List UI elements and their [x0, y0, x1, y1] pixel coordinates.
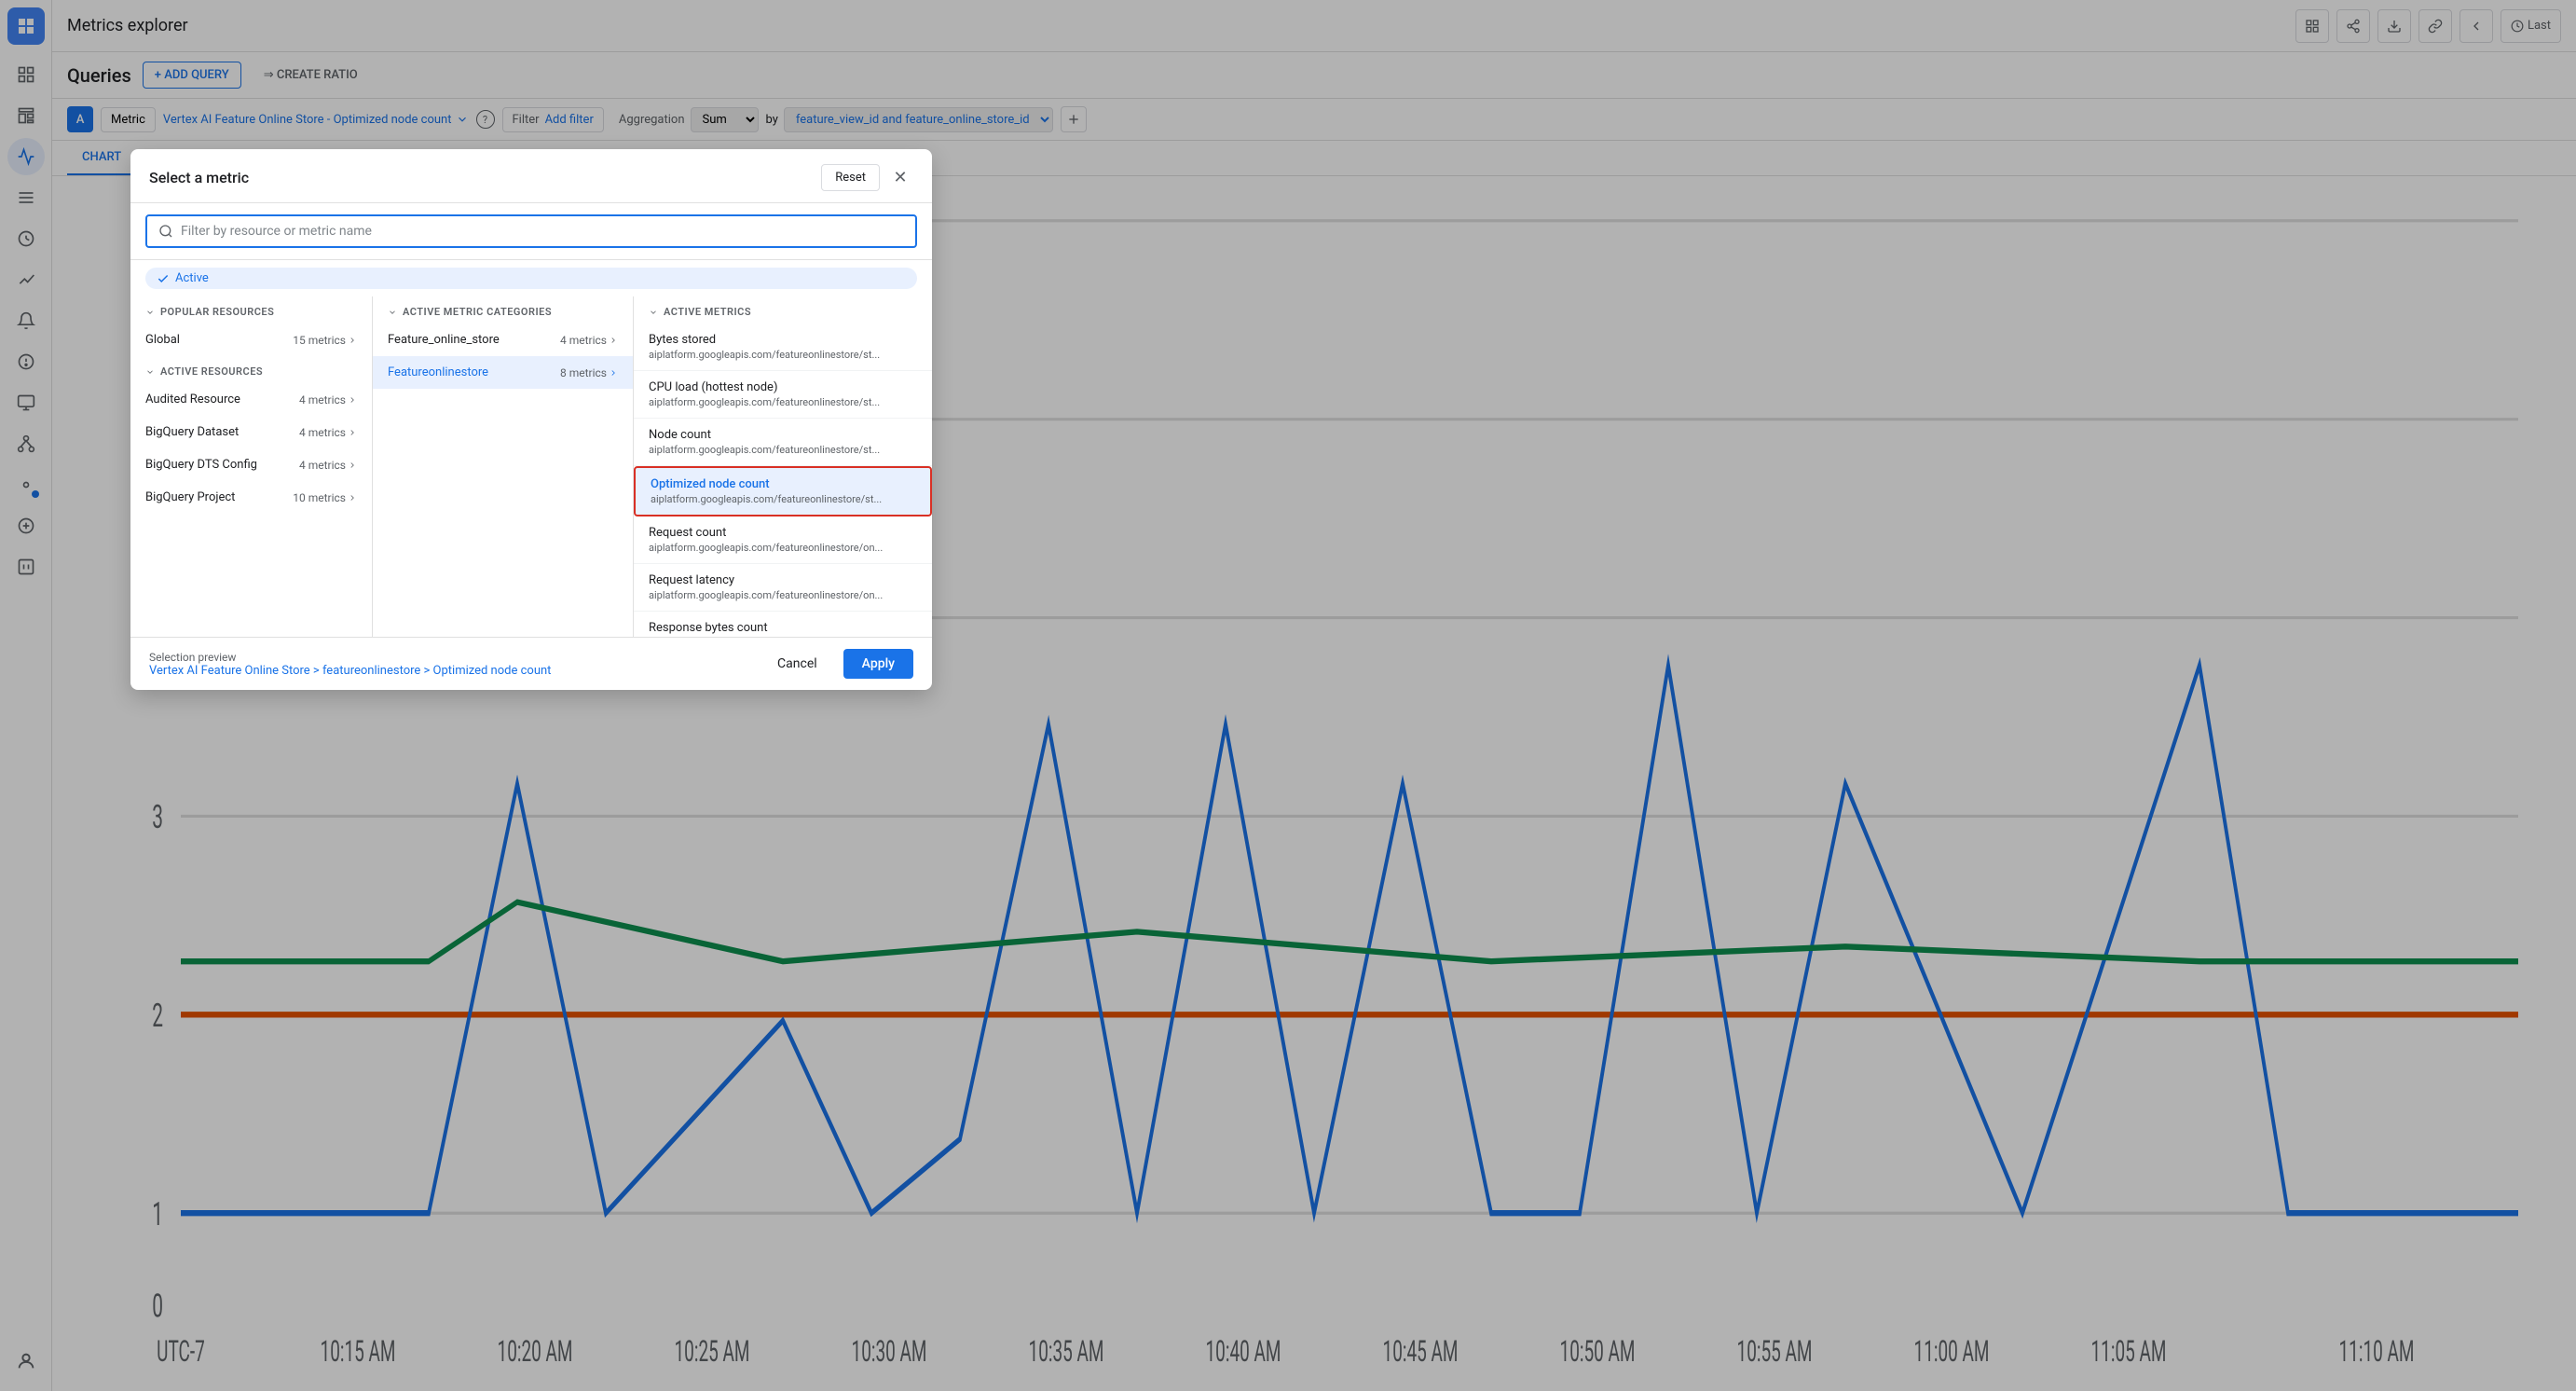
- category-count-1: 4 metrics: [560, 334, 618, 347]
- modal-search: [130, 203, 932, 260]
- metric-item-cpu-load[interactable]: CPU load (hottest node) aiplatform.googl…: [634, 371, 932, 419]
- resource-item-bigquery-dataset[interactable]: BigQuery Dataset 4 metrics: [130, 416, 372, 448]
- selection-preview: Selection preview Vertex AI Feature Onli…: [149, 651, 551, 678]
- col-categories: ACTIVE METRIC CATEGORIES Feature_online_…: [373, 296, 634, 637]
- modal-footer: Selection preview Vertex AI Feature Onli…: [130, 637, 932, 690]
- active-chip-label: Active: [175, 271, 209, 285]
- modal-title: Select a metric: [149, 169, 249, 186]
- categories-header: ACTIVE METRIC CATEGORIES: [373, 296, 633, 324]
- resource-item-bigquery-project[interactable]: BigQuery Project 10 metrics: [130, 481, 372, 514]
- resource-name-bq-project: BigQuery Project: [145, 490, 235, 504]
- col-metrics: ACTIVE METRICS Bytes stored aiplatform.g…: [634, 296, 932, 637]
- category-item-feature-online-store[interactable]: Feature_online_store 4 metrics: [373, 324, 633, 356]
- close-button[interactable]: ✕: [887, 165, 913, 191]
- reset-button[interactable]: Reset: [821, 164, 880, 191]
- metric-path-request-latency: aiplatform.googleapis.com/featureonlines…: [649, 589, 917, 601]
- metrics-label: ACTIVE METRICS: [664, 306, 751, 318]
- metric-name-response-bytes: Response bytes count: [649, 621, 917, 635]
- metric-item-response-bytes[interactable]: Response bytes count aiplatform.googleap…: [634, 612, 932, 637]
- metric-name-node-count: Node count: [649, 428, 917, 442]
- resource-count-bq-dts: 4 metrics: [299, 459, 357, 472]
- active-resources-header: ACTIVE RESOURCES: [130, 356, 372, 383]
- checkmark-icon: [157, 272, 170, 285]
- resource-count-bq-project: 10 metrics: [293, 491, 357, 504]
- category-count-2: 8 metrics: [560, 366, 618, 379]
- search-input-wrap: [145, 214, 917, 248]
- metric-item-optimized-node-count[interactable]: Optimized node count aiplatform.googleap…: [634, 466, 932, 516]
- metric-item-request-latency[interactable]: Request latency aiplatform.googleapis.co…: [634, 564, 932, 612]
- active-chip[interactable]: Active: [145, 268, 917, 289]
- metric-path-request-count: aiplatform.googleapis.com/featureonlines…: [649, 542, 917, 554]
- metric-path-cpu-load: aiplatform.googleapis.com/featureonlines…: [649, 396, 917, 408]
- resource-count-global: 15 metrics: [293, 334, 357, 347]
- cancel-button[interactable]: Cancel: [759, 649, 836, 679]
- main-content: Metrics explorer Last Queries: [52, 0, 2576, 1391]
- metric-path-bytes-stored: aiplatform.googleapis.com/featureonlines…: [649, 349, 917, 361]
- popular-resources-label: POPULAR RESOURCES: [160, 306, 274, 318]
- metric-item-node-count[interactable]: Node count aiplatform.googleapis.com/fea…: [634, 419, 932, 466]
- resource-item-bigquery-dts[interactable]: BigQuery DTS Config 4 metrics: [130, 448, 372, 481]
- resource-item-global[interactable]: Global 15 metrics: [130, 324, 372, 356]
- category-name-2: Featureonlinestore: [388, 365, 488, 379]
- modal-header: Select a metric Reset ✕: [130, 149, 932, 203]
- resource-count-audited: 4 metrics: [299, 393, 357, 406]
- metrics-header: ACTIVE METRICS: [634, 296, 932, 324]
- apply-button[interactable]: Apply: [843, 649, 913, 679]
- resource-name-global: Global: [145, 333, 180, 347]
- metric-modal: Select a metric Reset ✕ Active: [130, 149, 932, 690]
- search-icon: [158, 224, 173, 239]
- selection-preview-text: Vertex AI Feature Online Store > feature…: [149, 664, 551, 678]
- metric-name-cpu-load: CPU load (hottest node): [649, 380, 917, 394]
- metric-path-optimized: aiplatform.googleapis.com/featureonlines…: [651, 493, 915, 505]
- category-name-1: Feature_online_store: [388, 333, 500, 347]
- metric-name-request-count: Request count: [649, 526, 917, 540]
- popular-resources-header: POPULAR RESOURCES: [130, 296, 372, 324]
- metric-name-bytes-stored: Bytes stored: [649, 333, 917, 347]
- selection-preview-label: Selection preview: [149, 651, 551, 664]
- categories-label: ACTIVE METRIC CATEGORIES: [403, 306, 552, 318]
- metric-path-node-count: aiplatform.googleapis.com/featureonlines…: [649, 444, 917, 456]
- metric-name-optimized: Optimized node count: [651, 477, 915, 491]
- modal-body: POPULAR RESOURCES Global 15 metrics ACTI…: [130, 296, 932, 637]
- metric-item-request-count[interactable]: Request count aiplatform.googleapis.com/…: [634, 516, 932, 564]
- metric-name-request-latency: Request latency: [649, 573, 917, 587]
- resource-name-bq-dataset: BigQuery Dataset: [145, 425, 239, 439]
- resource-item-audited[interactable]: Audited Resource 4 metrics: [130, 383, 372, 416]
- footer-actions: Cancel Apply: [759, 649, 913, 679]
- category-item-featureonlinestore[interactable]: Featureonlinestore 8 metrics: [373, 356, 633, 389]
- modal-overlay: Select a metric Reset ✕ Active: [52, 0, 2576, 1391]
- search-input[interactable]: [181, 224, 904, 239]
- active-resources-label: ACTIVE RESOURCES: [160, 365, 263, 378]
- col-resources: POPULAR RESOURCES Global 15 metrics ACTI…: [130, 296, 373, 637]
- modal-header-actions: Reset ✕: [821, 164, 913, 191]
- metric-item-bytes-stored[interactable]: Bytes stored aiplatform.googleapis.com/f…: [634, 324, 932, 371]
- resource-name-audited: Audited Resource: [145, 393, 240, 406]
- resource-count-bq-dataset: 4 metrics: [299, 426, 357, 439]
- resource-name-bq-dts: BigQuery DTS Config: [145, 458, 257, 472]
